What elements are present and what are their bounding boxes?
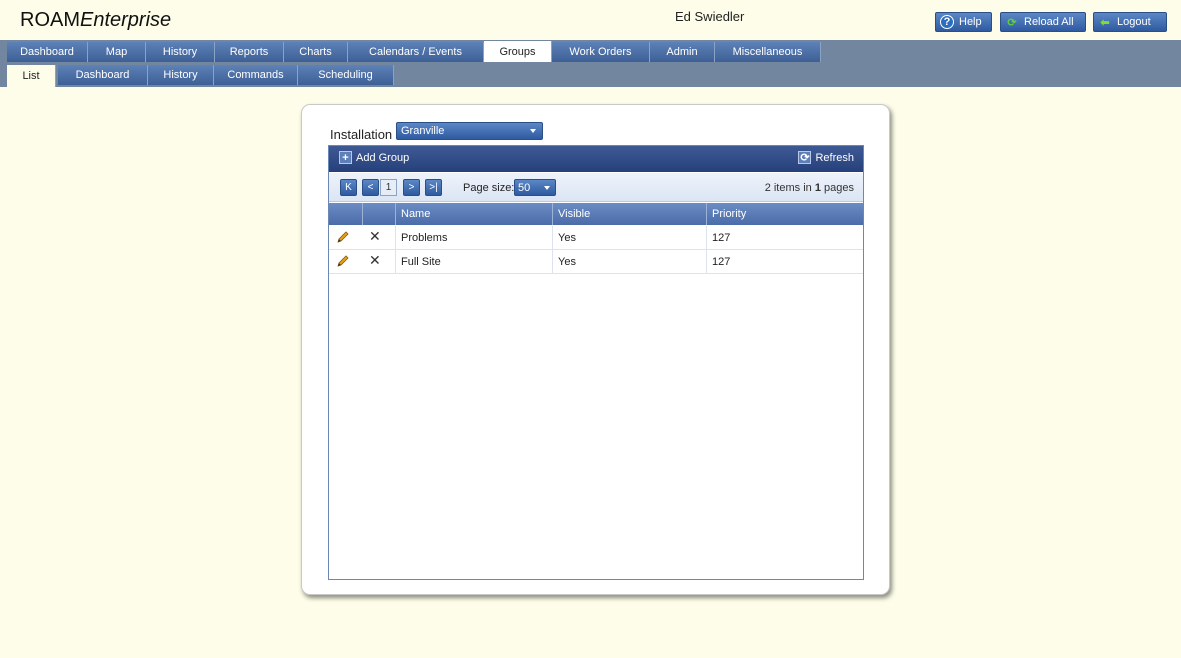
add-group-label: Add Group <box>356 151 410 164</box>
user-name: Ed Swiedler <box>675 9 745 24</box>
tab-history[interactable]: History <box>146 42 215 62</box>
tab-dashboard[interactable]: Dashboard <box>7 42 88 62</box>
sub-nav: List Dashboard History Commands Scheduli… <box>0 62 1181 87</box>
pager-items-text: 2 items in <box>764 182 812 194</box>
group-priority-cell: 127 <box>706 250 863 273</box>
logout-label: Logout <box>1117 16 1151 28</box>
subtab-scheduling[interactable]: Scheduling <box>298 65 394 85</box>
logout-button[interactable]: ⬅ Logout <box>1093 12 1167 32</box>
tab-miscellaneous[interactable]: Miscellaneous <box>715 42 821 62</box>
delete-column-header <box>362 203 395 225</box>
installation-label: Installation <box>330 127 393 142</box>
prev-page-button[interactable]: < <box>362 179 379 196</box>
app-header: ROAMEnterprise Ed Swiedler ? Help ⟳ Relo… <box>0 0 1181 40</box>
logout-icon: ⬅ <box>1100 16 1110 29</box>
help-button[interactable]: ? Help <box>935 12 992 32</box>
pencil-icon[interactable] <box>336 254 350 268</box>
app-logo: ROAMEnterprise <box>20 9 171 32</box>
tab-reports[interactable]: Reports <box>215 42 284 62</box>
group-name-cell: Problems <box>395 226 552 249</box>
tab-map[interactable]: Map <box>88 42 146 62</box>
table-row: ✕ Full Site Yes 127 <box>329 250 863 274</box>
subtab-commands[interactable]: Commands <box>214 65 298 85</box>
installation-select[interactable]: Granville <box>396 122 543 140</box>
reload-label: Reload All <box>1024 16 1074 28</box>
delete-icon[interactable]: ✕ <box>369 229 383 243</box>
tab-groups[interactable]: Groups <box>484 41 552 63</box>
groups-grid: + Add Group ⟳ Refresh K < 1 > >| Page si… <box>328 145 864 580</box>
pager-pages-word: pages <box>824 182 854 194</box>
plus-icon: + <box>339 151 352 164</box>
refresh-label: Refresh <box>815 151 854 164</box>
last-page-button[interactable]: >| <box>425 179 442 196</box>
add-group-button[interactable]: + Add Group <box>339 151 409 164</box>
grid-header: Name Visible Priority <box>329 203 863 225</box>
refresh-icon: ⟳ <box>798 151 812 164</box>
main-nav: Dashboard Map History Reports Charts Cal… <box>0 40 1181 63</box>
delete-icon[interactable]: ✕ <box>369 253 383 267</box>
installation-value: Granville <box>401 125 445 137</box>
logo-main-text: ROAM <box>20 9 80 31</box>
next-page-button[interactable]: > <box>403 179 420 196</box>
group-name-cell: Full Site <box>395 250 552 273</box>
page-number-button[interactable]: 1 <box>380 179 397 196</box>
name-column-header[interactable]: Name <box>395 203 552 225</box>
logo-italic-text: Enterprise <box>80 9 172 31</box>
visible-column-header[interactable]: Visible <box>552 203 706 225</box>
page-size-select[interactable]: 50 <box>514 179 556 196</box>
pager-info: 2 items in 1 pages <box>765 182 854 194</box>
help-icon: ? <box>940 15 954 29</box>
group-priority-cell: 127 <box>706 226 863 249</box>
refresh-button[interactable]: ⟳ Refresh <box>798 151 854 164</box>
grid-command-bar: + Add Group ⟳ Refresh <box>329 146 863 172</box>
subtab-dashboard[interactable]: Dashboard <box>58 65 148 85</box>
page-size-label: Page size: <box>463 182 515 194</box>
subtab-history[interactable]: History <box>148 65 214 85</box>
group-visible-cell: Yes <box>552 250 706 273</box>
tab-admin[interactable]: Admin <box>650 42 715 62</box>
group-visible-cell: Yes <box>552 226 706 249</box>
help-label: Help <box>959 16 982 28</box>
pencil-icon[interactable] <box>336 230 350 244</box>
chevron-down-icon <box>544 186 550 190</box>
grid-pager: K < 1 > >| Page size: 50 2 items in 1 pa… <box>329 173 863 202</box>
reload-all-button[interactable]: ⟳ Reload All <box>1000 12 1086 32</box>
page-size-value: 50 <box>518 181 531 194</box>
priority-column-header[interactable]: Priority <box>706 203 863 225</box>
first-page-button[interactable]: K <box>340 179 357 196</box>
chevron-down-icon <box>530 129 536 133</box>
pager-pages-count: 1 <box>814 182 821 194</box>
tab-calendars-events[interactable]: Calendars / Events <box>348 42 484 62</box>
edit-column-header <box>329 203 362 225</box>
reload-icon: ⟳ <box>1007 16 1017 29</box>
tab-charts[interactable]: Charts <box>284 42 348 62</box>
subtab-list[interactable]: List <box>7 65 56 87</box>
tab-work-orders[interactable]: Work Orders <box>552 42 650 62</box>
table-row: ✕ Problems Yes 127 <box>329 226 863 250</box>
